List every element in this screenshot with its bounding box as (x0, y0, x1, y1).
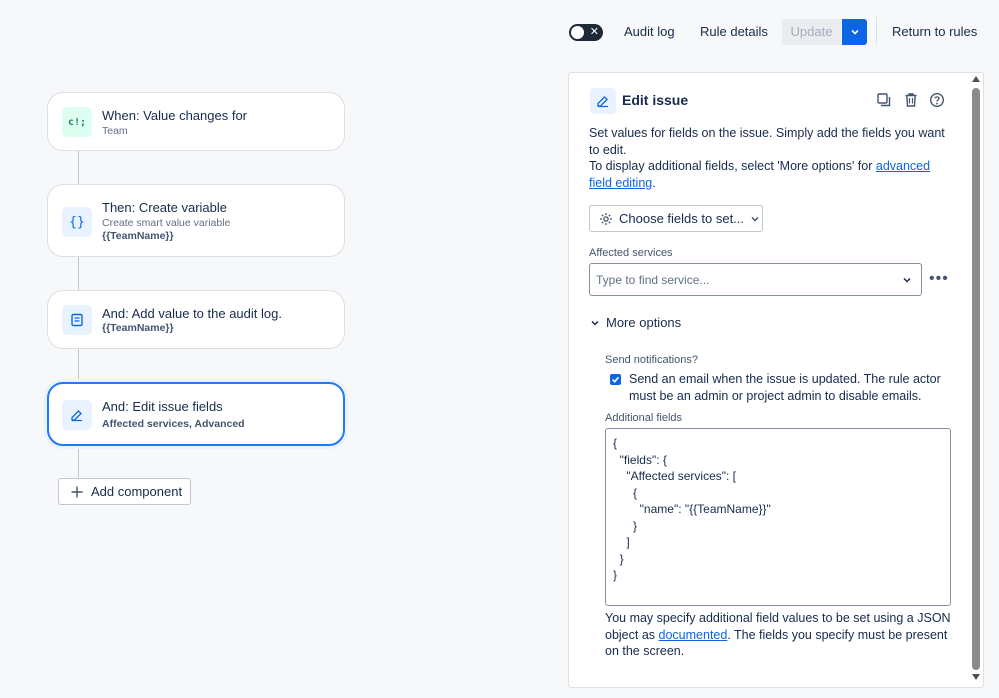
update-button[interactable]: Update (782, 19, 841, 45)
desc-line-1: Set values for fields on the issue. Simp… (589, 126, 945, 157)
flow-connector (78, 256, 79, 291)
audit-log-icon (62, 305, 92, 335)
node-fields: Affected services, Advanced (102, 418, 245, 430)
toggle-knob (571, 26, 584, 39)
node-title: When: Value changes for (102, 108, 248, 123)
choose-fields-button[interactable]: Choose fields to set... (589, 205, 763, 232)
more-options-toggle[interactable]: More options (590, 315, 681, 330)
help-icon[interactable] (929, 92, 945, 108)
edit-icon (597, 96, 608, 108)
panel-title: Edit issue (622, 92, 689, 108)
scroll-up-arrow[interactable] (972, 76, 980, 82)
panel-scrollbar-thumb[interactable] (972, 88, 980, 670)
update-dropdown-button[interactable] (842, 19, 867, 45)
additional-fields-label: Additional fields (605, 412, 683, 424)
return-to-rules-button[interactable]: Return to rules (892, 19, 977, 45)
chevron-down-icon (591, 320, 599, 326)
gear-icon (600, 212, 612, 225)
affected-services-input[interactable] (596, 270, 886, 290)
node-variable: {{TeamName}} (102, 230, 174, 242)
more-options-label: More options (606, 315, 682, 330)
checkmark-icon (611, 376, 620, 383)
plus-icon (71, 486, 83, 497)
additional-fields-help: You may specify additional field values … (605, 611, 951, 658)
documented-link[interactable]: documented (659, 628, 728, 642)
flow-connector (78, 348, 79, 383)
choose-fields-label: Choose fields to set... (619, 211, 745, 226)
audit-log-button[interactable]: Audit log (624, 19, 675, 45)
desc-line-2: To display additional fields, select 'Mo… (589, 159, 876, 173)
rule-enabled-toggle[interactable]: ✕ (569, 24, 603, 41)
flow-node-audit-log[interactable]: And: Add value to the audit log. {{TeamN… (47, 290, 345, 349)
flow-node-edit-issue[interactable]: And: Edit issue fields Affected services… (47, 382, 345, 446)
duplicate-icon[interactable] (876, 92, 892, 108)
send-notifications-checkbox[interactable] (610, 374, 621, 385)
node-subtitle: Team (102, 125, 128, 137)
node-subtitle: Create smart value variable (102, 217, 231, 229)
send-notifications-text: Send an email when the issue is updated.… (629, 372, 941, 403)
affected-services-label: Affected services (589, 247, 673, 259)
braces-icon: {} (62, 207, 92, 237)
smart-value-icon: c!; (62, 107, 92, 137)
node-title: And: Add value to the audit log. (102, 306, 282, 321)
rule-details-button[interactable]: Rule details (700, 19, 768, 45)
flow-connector (78, 150, 79, 185)
edit-issue-header-icon (590, 88, 616, 114)
flow-node-create-variable[interactable]: {} Then: Create variable Create smart va… (47, 184, 345, 257)
flow-node-trigger[interactable]: c!; When: Value changes for Team (47, 92, 345, 151)
panel-description: Set values for fields on the issue. Simp… (589, 126, 945, 190)
chevron-down-icon (751, 216, 759, 222)
flow-connector (78, 446, 79, 478)
edit-icon (62, 400, 92, 430)
additional-fields-textarea[interactable]: { "fields": { "Affected services": [ { "… (605, 428, 951, 606)
toggle-off-icon: ✕ (589, 26, 599, 38)
more-actions-icon[interactable]: ••• (929, 270, 949, 288)
add-component-label: Add component (91, 484, 183, 499)
delete-icon[interactable] (903, 92, 919, 108)
toolbar-divider (876, 17, 877, 45)
affected-services-select[interactable] (589, 263, 922, 296)
node-variable: {{TeamName}} (102, 322, 174, 334)
chevron-down-icon (850, 29, 859, 35)
add-component-button[interactable]: Add component (58, 478, 191, 505)
node-title: Then: Create variable (102, 200, 228, 215)
node-title: And: Edit issue fields (102, 399, 223, 414)
send-notifications-label: Send notifications? (605, 354, 698, 366)
chevron-down-icon[interactable] (902, 275, 912, 285)
scroll-down-arrow[interactable] (972, 674, 980, 680)
